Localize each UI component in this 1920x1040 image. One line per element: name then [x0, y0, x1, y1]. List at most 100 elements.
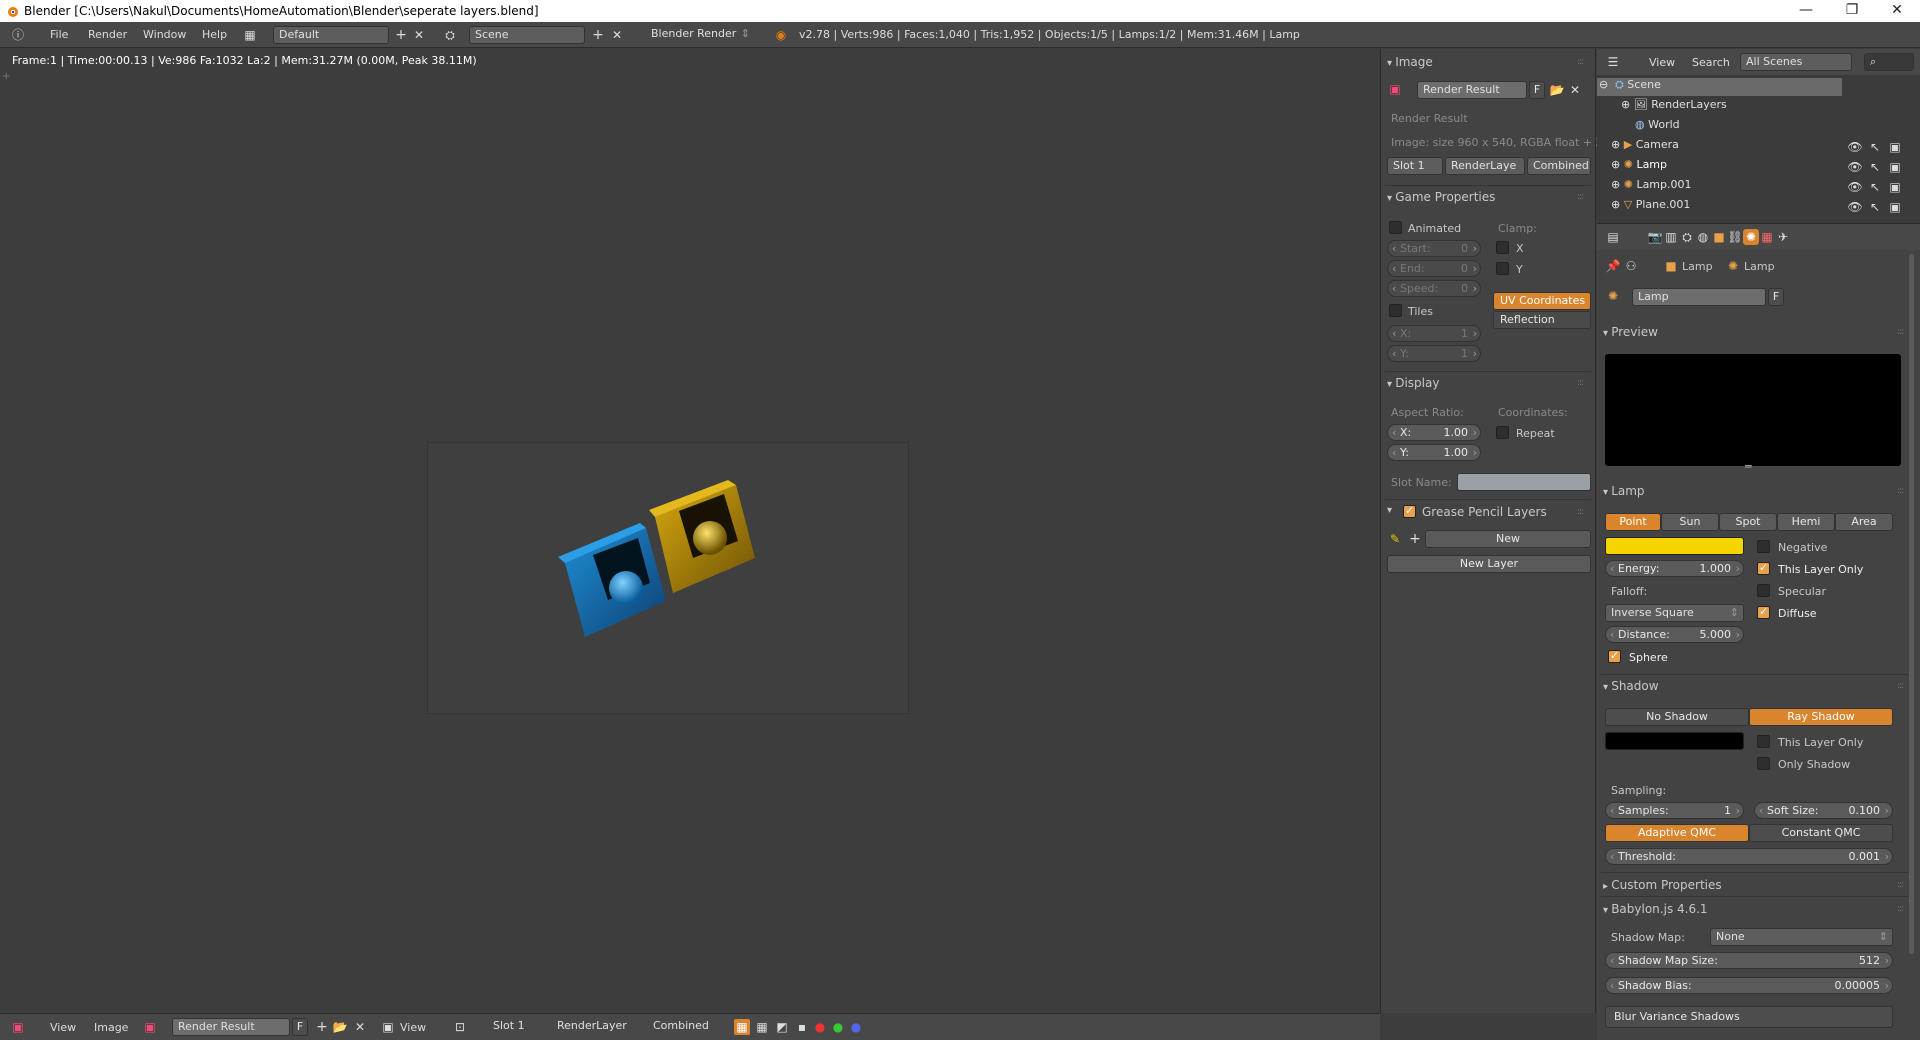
negative-checkbox[interactable] [1757, 540, 1770, 553]
image-panel-header[interactable]: Image [1387, 55, 1433, 69]
bottom-render-layer-select[interactable]: RenderLayer [552, 1018, 644, 1036]
blue-channel-icon[interactable]: ● [848, 1019, 864, 1035]
scene-icon[interactable]: ⛭ [442, 27, 458, 43]
threshold-field[interactable]: Threshold: 0.001 [1605, 848, 1893, 865]
lamp-data-tab-icon[interactable]: ✺ [1743, 229, 1759, 245]
shadow-map-size-field[interactable]: Shadow Map Size: 512 [1605, 952, 1893, 969]
outliner-row-lamp[interactable]: ⊕ ✺ Lamp [1611, 158, 1911, 176]
render-engine-select[interactable]: Blender Render ⇕ [646, 26, 754, 44]
slot-icon[interactable]: ▪ [794, 1019, 810, 1035]
pin-icon[interactable]: 📌 [1605, 258, 1621, 274]
bottom-pass-select[interactable]: Combined [648, 1018, 730, 1036]
shadow-this-layer-checkbox[interactable] [1757, 735, 1770, 748]
minimize-button[interactable]: — [1783, 0, 1829, 22]
end-field[interactable]: End: 0 [1387, 260, 1481, 277]
expand-icon[interactable]: ⊕ [1621, 98, 1634, 111]
info-editor-icon[interactable]: ⓘ [10, 27, 26, 43]
drag-handle-icon[interactable]: ::: [1897, 904, 1904, 914]
specular-checkbox[interactable] [1757, 584, 1770, 597]
cursor-icon[interactable]: ↖ [1867, 179, 1883, 195]
lamp-fake-user-button[interactable]: F [1768, 288, 1784, 306]
constraints-tab-icon[interactable]: ⛓ [1727, 229, 1743, 245]
new-layer-button[interactable]: New Layer [1387, 555, 1591, 573]
constant-qmc-button[interactable]: Constant QMC [1749, 824, 1893, 842]
lamp-browse-icon[interactable]: ✺ [1605, 288, 1621, 304]
pass-select[interactable]: Combined [1527, 157, 1591, 175]
game-properties-header[interactable]: Game Properties [1387, 190, 1495, 204]
lamp-type-point[interactable]: Point [1605, 513, 1661, 531]
view-mode-icon[interactable]: ▣ [380, 1019, 396, 1035]
image-name-field[interactable]: Render Result [1417, 81, 1527, 99]
reflection-button[interactable]: Reflection [1493, 311, 1591, 329]
animated-checkbox[interactable] [1389, 221, 1402, 234]
lamp-type-hemi[interactable]: Hemi [1777, 513, 1835, 531]
camera-render-icon[interactable]: ▣ [1887, 159, 1903, 175]
drag-handle-icon[interactable]: ::: [1577, 378, 1584, 388]
slot-name-input[interactable] [1457, 473, 1591, 491]
uv-coordinates-button[interactable]: UV Coordinates [1493, 292, 1591, 310]
image-browse-icon[interactable]: ▣ [142, 1019, 158, 1035]
slot-select[interactable]: Slot 1 [1387, 157, 1443, 175]
grease-pencil-header[interactable]: Grease Pencil Layers [1422, 505, 1547, 519]
lamp-type-spot[interactable]: Spot [1719, 513, 1777, 531]
shadow-map-select[interactable]: None ⇕ [1710, 928, 1893, 946]
screen-layout-field[interactable]: Default [273, 26, 389, 44]
preview-resize-handle[interactable]: ═ [1745, 460, 1752, 473]
expand-icon[interactable]: ⊕ [1611, 178, 1624, 191]
world-tab-icon[interactable]: ◍ [1695, 229, 1711, 245]
aspect-x-field[interactable]: X: 1.00 [1387, 424, 1481, 441]
bottom-fake-user-button[interactable]: F [292, 1018, 308, 1036]
gp-collapse-icon[interactable]: ▾ [1387, 505, 1392, 516]
render-tab-icon[interactable]: 📷 [1647, 229, 1663, 245]
drag-handle-icon[interactable]: ::: [1577, 57, 1584, 67]
blur-variance-shadows-button[interactable]: Blur Variance Shadows [1605, 1006, 1893, 1028]
babylon-panel-header[interactable]: Babylon.js 4.6.1 [1603, 902, 1707, 916]
pencil-icon[interactable]: ✎ [1387, 531, 1403, 547]
properties-editor-icon[interactable]: ▤ [1605, 229, 1621, 245]
lamp-type-area[interactable]: Area [1835, 513, 1893, 531]
menu-help[interactable]: Help [202, 28, 227, 41]
scene-field[interactable]: Scene [469, 26, 585, 44]
expand-icon[interactable]: ⊕ [1611, 138, 1624, 151]
alpha-checker-icon[interactable]: ▦ [734, 1019, 750, 1035]
expand-icon[interactable]: ⊕ [1611, 158, 1624, 171]
unlink-image-icon[interactable]: ✕ [1567, 82, 1583, 98]
bottom-image-name-field[interactable]: Render Result [172, 1018, 290, 1036]
repeat-checkbox[interactable] [1496, 426, 1509, 439]
speed-field[interactable]: Speed: 0 [1387, 280, 1481, 297]
shadow-panel-header[interactable]: Shadow [1603, 679, 1658, 693]
camera-render-icon[interactable]: ▣ [1887, 179, 1903, 195]
grease-pencil-enable-checkbox[interactable] [1403, 504, 1416, 518]
drag-handle-icon[interactable]: ::: [1577, 507, 1584, 517]
custom-properties-header[interactable]: Custom Properties [1603, 878, 1721, 892]
this-layer-only-checkbox[interactable] [1757, 561, 1770, 575]
image-browse-icon[interactable]: ▣ [1387, 81, 1403, 97]
image-editor-icon[interactable]: ▣ [10, 1019, 26, 1035]
menu-window[interactable]: Window [143, 28, 186, 41]
shadow-color-swatch[interactable] [1605, 732, 1744, 750]
lamp-panel-header[interactable]: Lamp [1603, 484, 1644, 498]
drag-handle-icon[interactable]: ::: [1577, 192, 1584, 202]
energy-field[interactable]: Energy: 1.000 [1605, 560, 1744, 577]
drag-handle-icon[interactable]: ::: [1897, 681, 1904, 691]
menu-view[interactable]: View [50, 1021, 76, 1034]
clamp-x-checkbox[interactable] [1496, 241, 1509, 254]
remove-scene-icon[interactable]: ✕ [609, 27, 625, 43]
distance-field[interactable]: Distance: 5.000 [1605, 626, 1744, 643]
add-layout-icon[interactable]: + [393, 27, 409, 43]
green-channel-icon[interactable]: ● [830, 1019, 846, 1035]
tiles-y-field[interactable]: Y: 1 [1387, 345, 1481, 362]
drag-handle-icon[interactable]: ::: [1897, 486, 1904, 496]
sphere-checkbox[interactable] [1608, 649, 1621, 663]
diffuse-checkbox[interactable] [1757, 605, 1770, 619]
expand-icon[interactable]: ⊕ [1611, 198, 1624, 211]
cursor-icon[interactable]: ↖ [1867, 159, 1883, 175]
outliner-row-world[interactable]: ◍ World [1635, 118, 1920, 136]
region-toggle-icon[interactable]: + [2, 71, 10, 82]
drag-handle-icon[interactable]: ::: [1897, 880, 1904, 890]
tiles-checkbox[interactable] [1389, 304, 1402, 317]
menu-image[interactable]: Image [94, 1021, 128, 1034]
preview-header[interactable]: Preview [1603, 325, 1658, 339]
soft-size-field[interactable]: Soft Size: 0.100 [1754, 802, 1893, 819]
layers-tab-icon[interactable]: ▥ [1663, 229, 1679, 245]
